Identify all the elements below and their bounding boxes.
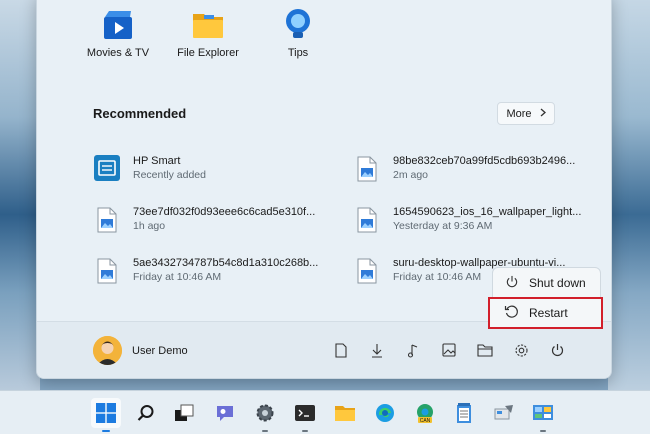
app-label: File Explorer xyxy=(177,47,239,59)
notepad-icon xyxy=(457,403,471,423)
notepad-button[interactable] xyxy=(449,398,479,428)
app-label: Tips xyxy=(287,47,309,59)
settings-icon xyxy=(256,404,274,422)
power-menu: Shut down Restart xyxy=(488,267,603,329)
search-button[interactable] xyxy=(131,398,161,428)
document-icon[interactable] xyxy=(323,340,359,360)
recommended-item-file[interactable]: 98be832ceb70a99fd5cdb693b2496... 2m ago xyxy=(357,154,575,183)
pinned-app-tips[interactable]: Tips xyxy=(253,9,343,59)
power-icon xyxy=(505,275,529,292)
canary-badge: CAN xyxy=(420,418,431,424)
terminal-icon xyxy=(295,405,315,421)
recommended-item-name: 73ee7df032f0d93eee6c6cad5e310f... xyxy=(133,206,316,218)
shut-down-label: Shut down xyxy=(529,276,586,290)
edge-icon xyxy=(376,404,394,422)
pinned-app-movies-tv[interactable]: Movies & TV xyxy=(73,9,163,59)
restart-icon xyxy=(504,304,529,322)
recommended-item-file[interactable]: 73ee7df032f0d93eee6c6cad5e310f... 1h ago xyxy=(97,205,315,234)
taskbar-settings-button[interactable] xyxy=(250,398,280,432)
music-icon[interactable] xyxy=(395,340,431,360)
image-file-icon xyxy=(357,258,379,284)
taskbar: CAN xyxy=(0,390,650,434)
desktop-wallpaper-right xyxy=(608,0,650,390)
restart-button[interactable]: Restart xyxy=(488,297,603,329)
avatar xyxy=(93,336,122,365)
hp-smart-icon xyxy=(93,154,121,182)
chevron-right-icon xyxy=(540,108,546,120)
taskbar-file-explorer-button[interactable] xyxy=(330,398,360,428)
recommended-item-name: 1654590623_ios_16_wallpaper_light... xyxy=(393,206,582,218)
running-indicator xyxy=(540,430,546,432)
start-button[interactable] xyxy=(91,398,121,432)
running-indicator xyxy=(262,430,268,432)
recommended-item-time: Yesterday at 9:36 AM xyxy=(393,220,493,232)
recommended-item-time: 2m ago xyxy=(393,169,429,181)
user-account-button[interactable]: User Demo xyxy=(93,336,188,365)
file-explorer-icon[interactable] xyxy=(467,340,503,360)
user-name: User Demo xyxy=(132,344,188,357)
recommended-item-time: Friday at 10:46 AM xyxy=(133,271,222,283)
downloads-icon[interactable] xyxy=(359,340,395,360)
task-view-button[interactable] xyxy=(169,398,199,428)
recommended-item-time: 1h ago xyxy=(133,220,166,232)
footer-folder-shortcuts xyxy=(323,340,575,360)
edge-canary-icon: CAN xyxy=(417,404,433,424)
running-indicator xyxy=(302,430,308,432)
recommended-item-file[interactable]: 1654590623_ios_16_wallpaper_light... Yes… xyxy=(357,205,581,234)
image-file-icon xyxy=(97,258,119,284)
pinned-apps: Movies & TV File Explorer Tips xyxy=(73,9,343,59)
desktop-wallpaper-left xyxy=(0,0,40,390)
recommended-item-name: 98be832ceb70a99fd5cdb693b2496... xyxy=(393,155,576,167)
active-indicator xyxy=(102,430,110,432)
teams-chat-icon xyxy=(217,406,233,421)
recommended-item-hp-smart[interactable]: HP Smart Recently added xyxy=(93,154,206,183)
movies-tv-icon xyxy=(102,9,134,41)
app-label: Movies & TV xyxy=(86,47,150,59)
power-icon[interactable] xyxy=(539,340,575,360)
pinned-app-file-explorer[interactable]: File Explorer xyxy=(163,9,253,59)
more-label: More xyxy=(506,107,532,120)
terminal-button[interactable] xyxy=(290,398,320,432)
start-icon xyxy=(96,403,116,423)
folder-icon xyxy=(192,9,224,41)
pictures-icon[interactable] xyxy=(431,340,467,360)
start-footer: User Demo xyxy=(37,321,611,378)
file-explorer-icon xyxy=(335,406,355,421)
edge-button[interactable] xyxy=(370,398,400,428)
search-icon xyxy=(137,405,154,421)
recommended-heading: Recommended xyxy=(93,106,187,121)
tips-bulb-icon xyxy=(282,9,314,41)
settings-icon[interactable] xyxy=(503,340,539,360)
image-file-icon xyxy=(357,156,379,182)
recommended-item-name: 5ae3432734787b54c8d1a310c268b... xyxy=(133,257,319,269)
more-button[interactable]: More xyxy=(497,102,555,125)
recommended-item-time: Recently added xyxy=(133,169,206,181)
snipping-tool-button[interactable] xyxy=(489,398,519,428)
task-view-icon xyxy=(175,404,194,421)
shut-down-button[interactable]: Shut down xyxy=(492,267,601,299)
recommended-item-name: HP Smart xyxy=(133,155,181,167)
image-file-icon xyxy=(97,207,119,233)
teams-chat-button[interactable] xyxy=(210,398,240,428)
control-panel-button[interactable] xyxy=(528,398,558,432)
restart-label: Restart xyxy=(529,306,568,320)
snipping-tool-icon xyxy=(494,405,513,420)
edge-canary-button[interactable]: CAN xyxy=(410,398,440,428)
recommended-item-file[interactable]: 5ae3432734787b54c8d1a310c268b... Friday … xyxy=(97,256,318,285)
image-file-icon xyxy=(357,207,379,233)
control-panel-icon xyxy=(533,405,553,420)
